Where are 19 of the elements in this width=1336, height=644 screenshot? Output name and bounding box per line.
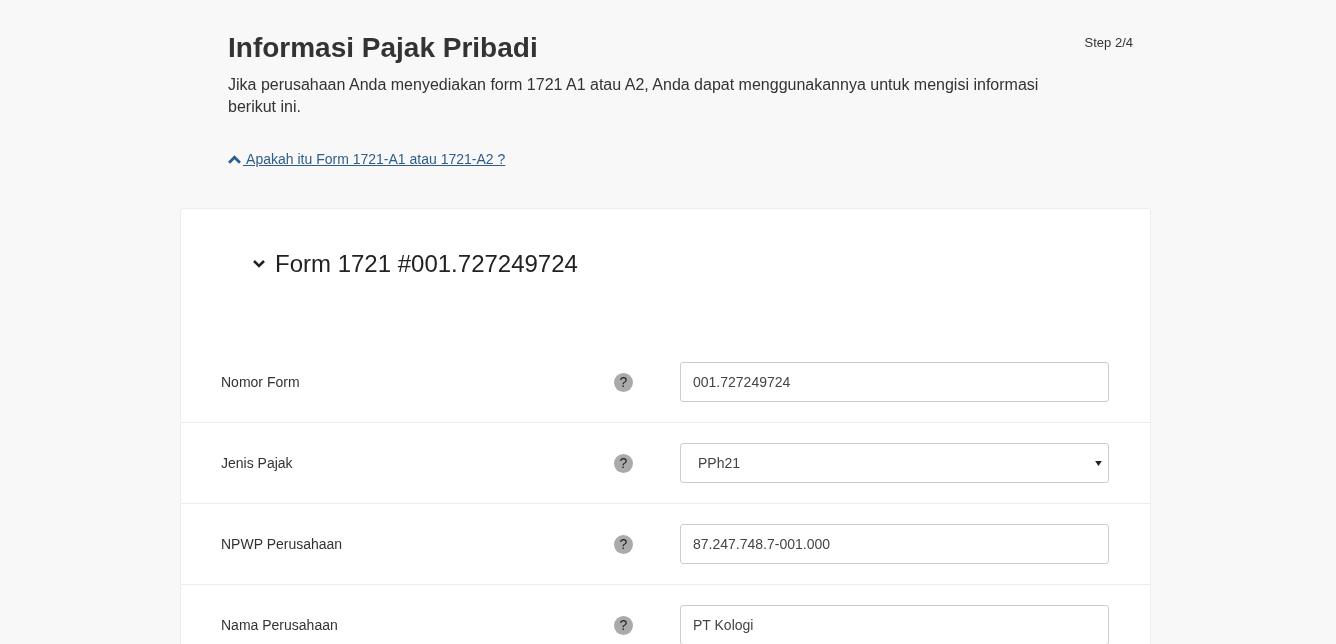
step-indicator: Step 2/4 xyxy=(1084,35,1133,50)
help-icon[interactable]: ? xyxy=(614,534,633,554)
field-label: Nomor Form xyxy=(220,374,301,390)
help-icon[interactable]: ? xyxy=(614,615,633,635)
input-field[interactable]: 87.247.748.7-001.000 xyxy=(680,524,1109,564)
field-label: Nama Perusahaan xyxy=(220,617,339,633)
page-title: Informasi Pajak Pribadi xyxy=(228,31,538,65)
help-icon[interactable]: ? xyxy=(614,372,633,392)
help-icon[interactable]: ? xyxy=(614,453,633,473)
select-field[interactable]: PPh21 xyxy=(680,443,1109,483)
input-field[interactable]: PT Kologi xyxy=(680,605,1109,644)
caret-icon xyxy=(1095,460,1102,466)
field-label: Jenis Pajak xyxy=(220,455,294,471)
chevron-down-icon[interactable] xyxy=(253,260,265,268)
form-title: Form 1721 #001.727249724 xyxy=(275,250,578,278)
help-link[interactable]: Apakah itu Form 1721-A1 atau 1721-A2 ? xyxy=(243,151,506,167)
page-description: Jika perusahaan Anda menyediakan form 1721 A1 atau A2, Anda dapat menggunakannya untuk mengisi informasi berikut ini. xyxy=(228,75,1040,117)
field-label: NPWP Perusahaan xyxy=(220,536,344,552)
input-field[interactable]: 001.727249724 xyxy=(680,362,1109,402)
